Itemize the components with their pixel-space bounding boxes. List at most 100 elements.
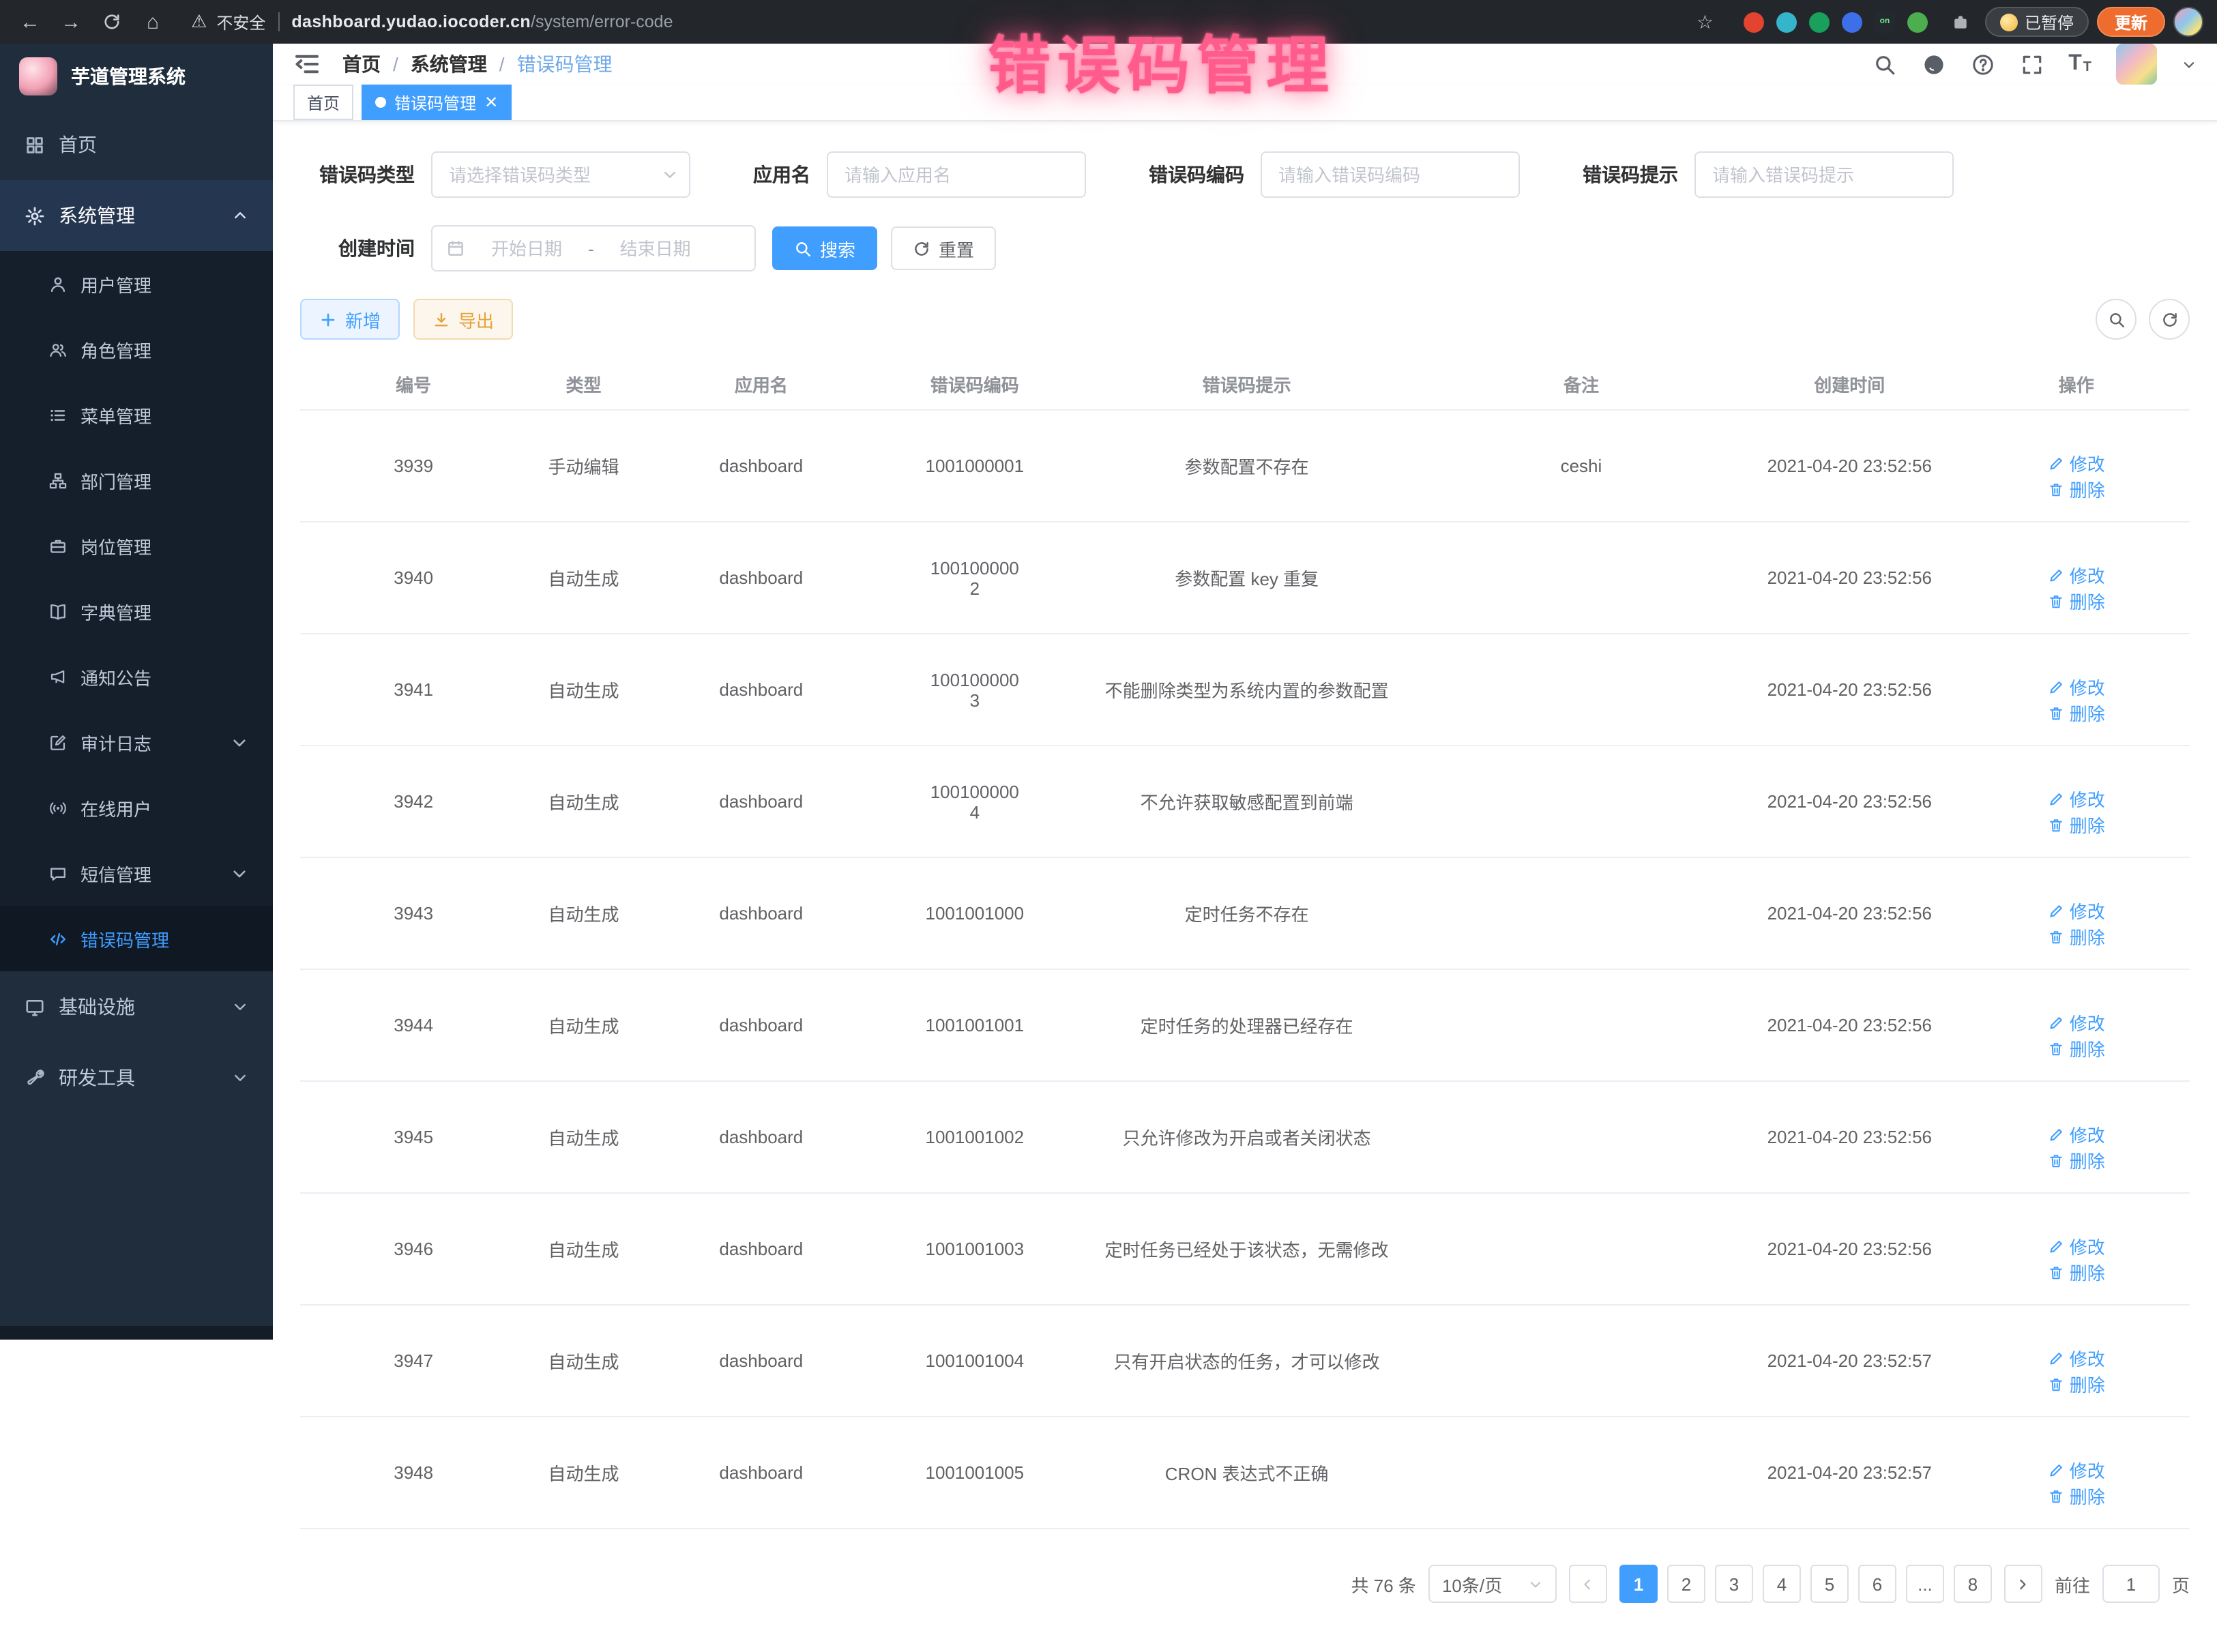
app-name-input[interactable] — [827, 151, 1086, 198]
delete-link[interactable]: 删除 — [2048, 924, 2105, 949]
end-date-input[interactable] — [602, 238, 709, 259]
close-icon[interactable]: ✕ — [484, 94, 498, 110]
add-button[interactable]: 新增 — [300, 299, 400, 340]
delete-link[interactable]: 删除 — [2048, 1483, 2105, 1509]
help-icon[interactable] — [1970, 52, 1995, 76]
date-range-picker[interactable]: - — [431, 225, 756, 271]
sidebar-item-tree[interactable]: 部门管理 — [0, 447, 273, 513]
table-row[interactable]: 3947 自动生成 dashboard 1001001004 只有开启状态的任务… — [300, 1305, 2190, 1417]
extension-icon[interactable] — [1809, 12, 1830, 32]
page-button-4[interactable]: 4 — [1763, 1565, 1801, 1603]
error-message-input[interactable] — [1694, 151, 1954, 198]
edit-link[interactable]: 修改 — [2048, 898, 2105, 924]
tag-error-code-active[interactable]: 错误码管理 ✕ — [362, 85, 512, 120]
extensions-puzzle-icon[interactable] — [1944, 5, 1977, 38]
paused-badge[interactable]: 已暂停 — [1985, 7, 2089, 37]
delete-link[interactable]: 删除 — [2048, 812, 2105, 838]
reset-button[interactable]: 重置 — [891, 226, 996, 270]
page-button-3[interactable]: 3 — [1715, 1565, 1753, 1603]
browser-profile-avatar[interactable] — [2173, 7, 2203, 37]
sidebar-item-edit[interactable]: 审计日志 — [0, 709, 273, 775]
security-label[interactable]: 不安全 — [216, 10, 265, 33]
edit-link[interactable]: 修改 — [2048, 1009, 2105, 1035]
security-warning-icon[interactable]: ⚠ — [191, 11, 207, 33]
address-bar[interactable]: ⚠ 不安全 dashboard.yudao.iocoder.cn/system/… — [177, 4, 1727, 40]
update-button[interactable]: 更新 — [2097, 7, 2165, 37]
table-row[interactable]: 3940 自动生成 dashboard 100100000 2 参数配置 key… — [300, 522, 2190, 634]
edit-link[interactable]: 修改 — [2048, 1457, 2105, 1483]
sidebar-item-list[interactable]: 菜单管理 — [0, 382, 273, 447]
type-select-input[interactable] — [431, 151, 690, 198]
extension-icon[interactable] — [1907, 12, 1928, 32]
sidebar-item-badge[interactable]: 岗位管理 — [0, 513, 273, 578]
delete-link[interactable]: 删除 — [2048, 700, 2105, 726]
tag-home[interactable]: 首页 — [293, 85, 353, 120]
table-row[interactable]: 3942 自动生成 dashboard 100100000 4 不允许获取敏感配… — [300, 746, 2190, 857]
sidebar-item-infrastructure[interactable]: 基础设施 — [0, 971, 273, 1042]
prev-page-button[interactable] — [1569, 1565, 1607, 1603]
avatar-caret-icon[interactable] — [2182, 57, 2197, 72]
start-date-input[interactable] — [473, 238, 580, 259]
table-row[interactable]: 3944 自动生成 dashboard 1001001001 定时任务的处理器已… — [300, 969, 2190, 1081]
page-button-8[interactable]: 8 — [1954, 1565, 1992, 1603]
edit-link[interactable]: 修改 — [2048, 1233, 2105, 1259]
edit-link[interactable]: 修改 — [2048, 450, 2105, 476]
table-row[interactable]: 3943 自动生成 dashboard 1001001000 定时任务不存在 2… — [300, 857, 2190, 969]
delete-link[interactable]: 删除 — [2048, 1371, 2105, 1397]
edit-link[interactable]: 修改 — [2048, 786, 2105, 812]
page-button-5[interactable]: 5 — [1810, 1565, 1849, 1603]
pager-ellipsis[interactable]: ... — [1906, 1565, 1944, 1603]
table-row[interactable]: 3945 自动生成 dashboard 1001001002 只允许修改为开启或… — [300, 1081, 2190, 1193]
goto-page-input[interactable] — [2102, 1565, 2160, 1603]
toggle-search-button[interactable] — [2096, 299, 2137, 340]
next-page-button[interactable] — [2004, 1565, 2042, 1603]
table-row[interactable]: 3939 手动编辑 dashboard 1001000001 参数配置不存在 c… — [300, 410, 2190, 522]
sidebar-item-home[interactable]: 首页 — [0, 109, 273, 180]
extension-icon[interactable] — [1776, 12, 1797, 32]
sidebar-logo[interactable]: 芋道管理系统 — [0, 44, 273, 109]
browser-home-button[interactable]: ⌂ — [136, 5, 169, 38]
extension-icon[interactable] — [1744, 12, 1764, 32]
page-button-6[interactable]: 6 — [1858, 1565, 1896, 1603]
table-row[interactable]: 3941 自动生成 dashboard 100100000 3 不能删除类型为系… — [300, 634, 2190, 746]
delete-link[interactable]: 删除 — [2048, 1259, 2105, 1285]
sidebar-item-devtools[interactable]: 研发工具 — [0, 1042, 273, 1113]
extension-icon[interactable]: on — [1875, 12, 1895, 32]
delete-link[interactable]: 删除 — [2048, 1035, 2105, 1061]
sidebar-item-user[interactable]: 用户管理 — [0, 251, 273, 316]
back-button[interactable]: ← — [14, 5, 46, 38]
sidebar-item-system-management[interactable]: 系统管理 — [0, 180, 273, 251]
bookmark-star-icon[interactable]: ☆ — [1697, 10, 1714, 33]
forward-button[interactable]: → — [55, 5, 87, 38]
page-button-2[interactable]: 2 — [1667, 1565, 1705, 1603]
delete-link[interactable]: 删除 — [2048, 476, 2105, 502]
page-size-select[interactable]: 10条/页 — [1428, 1565, 1557, 1603]
breadcrumb-system[interactable]: 系统管理 — [411, 50, 487, 78]
reload-button[interactable] — [96, 5, 128, 38]
edit-link[interactable]: 修改 — [2048, 674, 2105, 700]
extension-icon[interactable] — [1842, 12, 1862, 32]
breadcrumb-home[interactable]: 首页 — [342, 50, 381, 78]
user-avatar[interactable] — [2116, 44, 2157, 85]
sidebar-item-users[interactable]: 角色管理 — [0, 316, 273, 382]
sidebar-item-signal[interactable]: 在线用户 — [0, 775, 273, 840]
type-select[interactable] — [431, 151, 690, 198]
header-search-icon[interactable] — [1872, 52, 1896, 76]
sidebar-fold-icon[interactable] — [293, 50, 321, 78]
sidebar-item-bell[interactable]: 通知公告 — [0, 644, 273, 709]
sidebar-item-code[interactable]: 错误码管理 — [0, 906, 273, 971]
table-row[interactable]: 3946 自动生成 dashboard 1001001003 定时任务已经处于该… — [300, 1193, 2190, 1305]
search-button[interactable]: 搜索 — [772, 226, 877, 270]
sidebar-collapse-bar[interactable] — [0, 1326, 273, 1340]
page-button-1[interactable]: 1 — [1619, 1565, 1658, 1603]
export-button[interactable]: 导出 — [413, 299, 513, 340]
fullscreen-icon[interactable] — [2019, 52, 2044, 76]
delete-link[interactable]: 删除 — [2048, 1147, 2105, 1173]
sidebar-item-chat[interactable]: 短信管理 — [0, 840, 273, 906]
table-row[interactable]: 3948 自动生成 dashboard 1001001005 CRON 表达式不… — [300, 1417, 2190, 1529]
refresh-table-button[interactable] — [2149, 299, 2190, 340]
github-icon[interactable] — [1921, 52, 1946, 76]
delete-link[interactable]: 删除 — [2048, 588, 2105, 614]
font-size-icon[interactable]: TT — [2068, 53, 2091, 75]
error-code-input[interactable] — [1261, 151, 1520, 198]
